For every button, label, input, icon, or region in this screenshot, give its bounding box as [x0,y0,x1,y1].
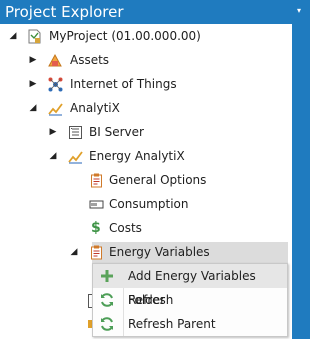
refresh-icon [101,293,113,307]
project-icon [28,29,41,44]
panel-menu-chevron-icon[interactable]: ▾ [297,6,301,15]
tree-item-label: Consumption [109,197,189,211]
project-explorer-panel: Project Explorer ▾ ◢ MyProject (01.00.00… [0,0,310,339]
menu-item-refresh-parent[interactable]: Refresh Parent [93,312,287,336]
refresh-icon [101,317,113,331]
menu-item-label: Refresh [128,293,174,307]
tree-item-general-options[interactable]: General Options [0,168,292,192]
plus-icon [101,270,113,282]
tree-item-assets[interactable]: ▶ Assets [0,48,292,72]
expanded-arrow-icon[interactable]: ◢ [8,24,18,48]
energy-analytix-icon [68,151,83,164]
meter-icon [89,200,104,209]
tree-item-energy-variables[interactable]: ◢ Energy Variables [0,240,292,264]
collapsed-arrow-icon[interactable]: ▶ [28,48,38,72]
tree-item-label: MyProject (01.00.000.00) [49,29,201,43]
tree-item-label: AnalytiX [70,101,120,115]
tree-item-label: BI Server [89,125,144,139]
iot-icon [48,77,63,92]
panel-title-bar[interactable]: Project Explorer ▾ [0,0,310,24]
expanded-arrow-icon[interactable]: ◢ [48,144,58,168]
clipboard-icon [91,173,102,188]
collapsed-arrow-icon[interactable]: ▶ [48,120,58,144]
menu-item-label: Refresh Parent [128,317,216,331]
assets-icon [48,53,62,67]
expanded-arrow-icon[interactable]: ◢ [69,240,79,264]
tree-item-costs[interactable]: $ Costs [0,216,292,240]
clipboard-icon [91,245,102,260]
tree-item-internet-of-things[interactable]: ▶ Internet of Things [0,72,292,96]
menu-item-add-energy-variables-folder[interactable]: Add Energy Variables Folder [93,264,287,307]
context-menu: Add Energy Variables Folder Refresh Refr… [92,263,288,337]
panel-title: Project Explorer [5,3,124,21]
tree-item-bi-server[interactable]: ▶ BI Server [0,120,292,144]
vertical-scrollbar[interactable] [292,24,310,339]
menu-item-refresh[interactable]: Refresh [93,288,287,312]
tree-item-label: Energy AnalytiX [89,149,185,163]
dollar-icon: $ [91,220,101,236]
tree-item-label: General Options [109,173,207,187]
tree-item-analytix[interactable]: ◢ AnalytiX [0,96,292,120]
tree-item-energy-analytix[interactable]: ◢ Energy AnalytiX [0,144,292,168]
tree-item-label: Internet of Things [70,77,177,91]
tree-item-myproject[interactable]: ◢ MyProject (01.00.000.00) [0,24,292,48]
tree-item-consumption[interactable]: Consumption [0,192,292,216]
tree-item-label: Assets [70,53,110,67]
tree-item-label: Costs [109,221,142,235]
expanded-arrow-icon[interactable]: ◢ [28,96,38,120]
collapsed-arrow-icon[interactable]: ▶ [28,72,38,96]
analytix-icon [48,103,63,116]
tree-item-label: Energy Variables [109,245,210,259]
bi-server-icon [69,126,82,139]
